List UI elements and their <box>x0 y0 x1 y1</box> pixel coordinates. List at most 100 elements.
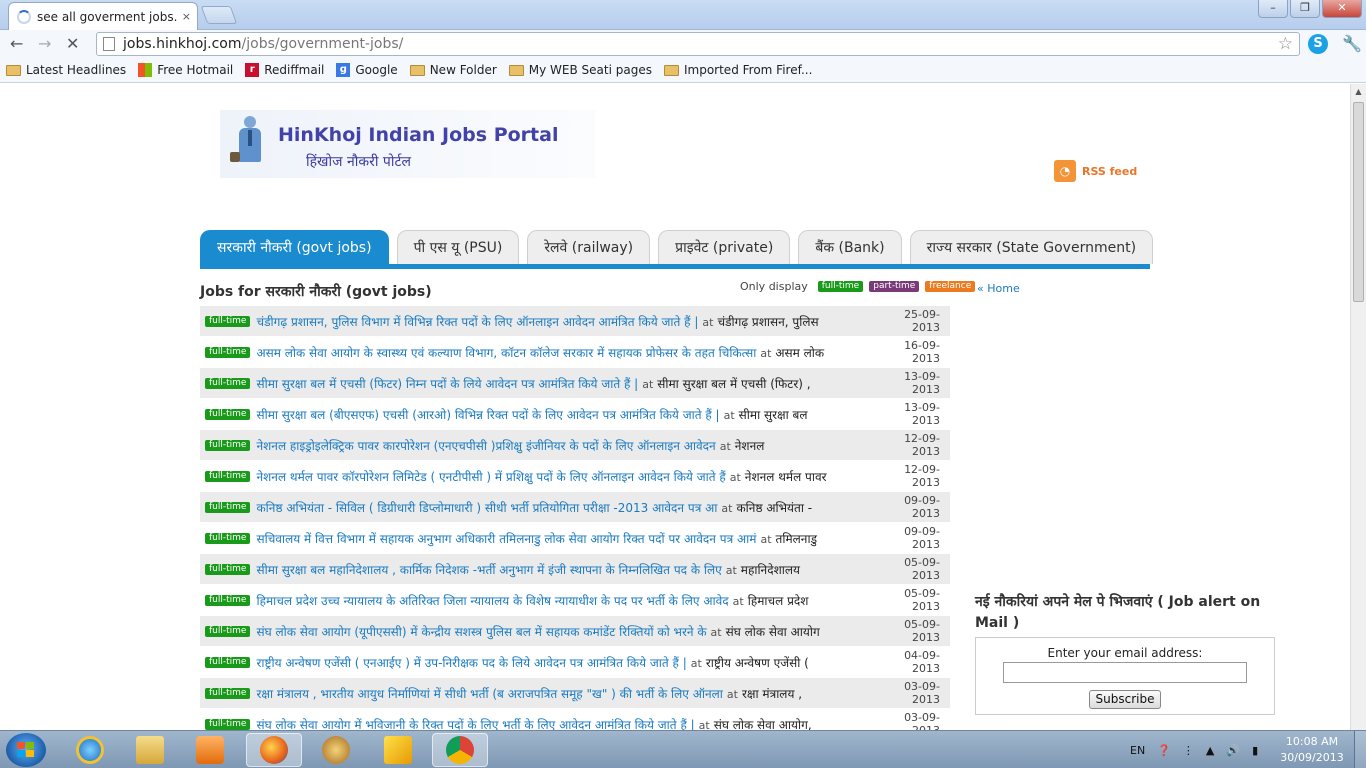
job-row[interactable]: full-time सीमा सुरक्षा बल (बीएसएफ) एचसी (… <box>200 399 950 430</box>
system-clock[interactable]: 10:08 AM 30/09/2013 <box>1280 734 1344 766</box>
job-title-link[interactable]: नेशनल हाइड्रोइलेक्ट्रिक पावर कारपोरेशन (… <box>256 439 715 453</box>
job-type-badge: full-time <box>205 408 251 420</box>
tab-psu[interactable]: पी एस यू (PSU) <box>396 230 520 264</box>
browser-tab[interactable]: see all goverment jobs. स × <box>8 2 198 30</box>
bookmark-rediffmail[interactable]: r Rediffmail <box>245 63 324 77</box>
tab-state-government[interactable]: राज्य सरकार (State Government) <box>909 230 1154 264</box>
job-organization: संघ लोक सेवा आयोग <box>725 624 820 639</box>
vertical-scrollbar[interactable]: ▲ <box>1350 84 1366 730</box>
job-row[interactable]: full-time राष्ट्रीय अन्वेषण एजेंसी ( एनआई… <box>200 647 950 678</box>
job-row[interactable]: full-time कनिष्ठ अभियंता - सिविल ( डिग्री… <box>200 492 950 523</box>
rss-feed-link[interactable]: ◔ RSS feed <box>1054 160 1137 182</box>
rss-icon: ◔ <box>1054 160 1076 182</box>
browser-toolbar: ← → ✕ jobs.hinkhoj.com/jobs/government-j… <box>0 30 1366 58</box>
tab-private[interactable]: प्राइवेट (private) <box>658 230 791 264</box>
wrench-menu-icon[interactable]: 🔧 <box>1342 34 1362 53</box>
job-title-link[interactable]: सीमा सुरक्षा बल महानिदेशालय , कार्मिक नि… <box>256 563 721 577</box>
media-player-taskbar-icon[interactable] <box>182 733 238 767</box>
job-date: 16-09-2013 <box>904 339 940 365</box>
start-button[interactable] <box>6 733 46 767</box>
job-title-link[interactable]: कनिष्ठ अभियंता - सिविल ( डिग्रीधारी डिप्… <box>256 501 717 515</box>
scroll-thumb[interactable] <box>1353 102 1364 302</box>
job-type-badge: full-time <box>205 501 251 513</box>
show-hidden-icons-icon[interactable]: ▲ <box>1206 744 1214 757</box>
tab-railway[interactable]: रेलवे (railway) <box>527 230 651 264</box>
at-label: at <box>729 470 741 484</box>
internet-explorer-taskbar-icon[interactable] <box>62 733 118 767</box>
rediff-icon: r <box>245 63 260 77</box>
bookmark-imported-from-firefox[interactable]: Imported From Firef... <box>663 63 813 77</box>
job-date: 13-09-2013 <box>904 401 940 427</box>
job-row[interactable]: full-time हिमाचल प्रदेश उच्च न्यायालय के … <box>200 585 950 616</box>
bookmark-my-web-seati-pages[interactable]: My WEB Seati pages <box>508 63 652 77</box>
address-bar[interactable]: jobs.hinkhoj.com/jobs/government-jobs/ ☆ <box>96 32 1300 56</box>
tab-bank[interactable]: बैंक (Bank) <box>798 230 902 264</box>
balloon-app-taskbar-icon[interactable] <box>308 733 364 767</box>
email-input[interactable] <box>1003 662 1247 683</box>
language-indicator[interactable]: EN <box>1130 744 1145 757</box>
site-logo[interactable]: HinKhoj Indian Jobs Portal हिंखोज नौकरी … <box>220 110 595 178</box>
job-row[interactable]: full-time संघ लोक सेवा आयोग में भविजानी क… <box>200 709 950 730</box>
tab-underline <box>200 264 1150 269</box>
firefox-taskbar-icon[interactable] <box>246 733 302 767</box>
signal-icon[interactable]: ▮ <box>1252 744 1258 757</box>
job-title-link[interactable]: असम लोक सेवा आयोग के स्वास्थ्य एवं कल्या… <box>256 346 756 360</box>
restore-button[interactable]: ❐ <box>1290 0 1320 18</box>
scroll-up-icon[interactable]: ▲ <box>1351 84 1366 100</box>
job-row[interactable]: full-time सचिवालय में वित्त विभाग में सहा… <box>200 523 950 554</box>
subscribe-button[interactable]: Subscribe <box>1089 690 1161 709</box>
job-organization: सीमा सुरक्षा बल <box>738 407 808 422</box>
job-title-link[interactable]: नेशनल थर्मल पावर कॉरपोरेशन लिमिटेड ( एनट… <box>256 470 725 484</box>
chrome-taskbar-icon[interactable] <box>432 733 488 767</box>
job-title-link[interactable]: संघ लोक सेवा आयोग (यूपीएससी) में केन्द्र… <box>256 625 706 639</box>
close-window-button[interactable]: ✕ <box>1322 0 1362 18</box>
bookmark-star-icon[interactable]: ☆ <box>1278 34 1293 54</box>
job-title-link[interactable]: चंडीगढ़ प्रशासन, पुलिस विभाग में विभिन्न… <box>256 315 698 329</box>
filter-part-time[interactable]: part-time <box>869 281 920 292</box>
filter-full-time[interactable]: full-time <box>817 281 864 292</box>
job-title-link[interactable]: सचिवालय में वित्त विभाग में सहायक अनुभाग… <box>256 532 756 546</box>
job-type-badge: full-time <box>205 470 251 482</box>
job-organization: चंडीगढ़ प्रशासन, पुलिस <box>717 314 819 329</box>
job-row[interactable]: full-time चंडीगढ़ प्रशासन, पुलिस विभाग मे… <box>200 306 950 337</box>
bookmark-new-folder[interactable]: New Folder <box>409 63 497 77</box>
bookmark-label: My WEB Seati pages <box>528 63 652 77</box>
new-tab-button[interactable] <box>200 6 238 24</box>
home-link[interactable]: « Home <box>977 282 1020 295</box>
stop-button[interactable]: ✕ <box>66 34 79 53</box>
job-title-link[interactable]: संघ लोक सेवा आयोग में भविजानी के रिक्त प… <box>256 718 694 731</box>
job-row[interactable]: full-time नेशनल थर्मल पावर कॉरपोरेशन लिमि… <box>200 461 950 492</box>
job-row[interactable]: full-time संघ लोक सेवा आयोग (यूपीएससी) मे… <box>200 616 950 647</box>
job-row[interactable]: full-time सीमा सुरक्षा बल में एचसी (फिटर)… <box>200 368 950 399</box>
file-explorer-taskbar-icon[interactable] <box>122 733 178 767</box>
show-desktop-button[interactable] <box>1354 731 1366 768</box>
job-title-link[interactable]: रक्षा मंत्रालय , भारतीय आयुध निर्माणियां… <box>256 687 722 701</box>
forward-button[interactable]: → <box>38 34 51 53</box>
job-row[interactable]: full-time असम लोक सेवा आयोग के स्वास्थ्य … <box>200 337 950 368</box>
bookmark-label: Imported From Firef... <box>683 63 813 77</box>
job-text: नेशनल हाइड्रोइलेक्ट्रिक पावर कारपोरेशन (… <box>256 437 880 454</box>
bookmark-google[interactable]: g Google <box>336 63 398 77</box>
tab-close-icon[interactable]: × <box>182 10 191 23</box>
job-alert-form: Enter your email address: Subscribe <box>975 637 1275 715</box>
bookmark-label: Rediffmail <box>264 63 325 77</box>
filter-freelance[interactable]: freelance <box>925 281 976 292</box>
job-row[interactable]: full-time सीमा सुरक्षा बल महानिदेशालय , क… <box>200 554 950 585</box>
job-title-link[interactable]: सीमा सुरक्षा बल में एचसी (फिटर) निम्न पद… <box>256 377 638 391</box>
job-title-link[interactable]: हिमाचल प्रदेश उच्च न्यायालय के अतिरिक्त … <box>256 594 728 608</box>
job-title-link[interactable]: राष्ट्रीय अन्वेषण एजेंसी ( एनआईए ) में उ… <box>256 656 686 670</box>
lightning-app-taskbar-icon[interactable] <box>370 733 426 767</box>
back-button[interactable]: ← <box>10 34 23 53</box>
windows-icon <box>138 63 153 77</box>
volume-icon[interactable]: 🔊 <box>1226 744 1240 757</box>
minimize-button[interactable]: – <box>1258 0 1288 18</box>
help-icon[interactable]: ❓ <box>1157 744 1171 757</box>
skype-extension-icon[interactable]: S <box>1308 34 1328 54</box>
bookmark-free-hotmail[interactable]: Free Hotmail <box>138 63 233 77</box>
network-icon[interactable]: ⋮ <box>1183 744 1194 757</box>
tab-govt-jobs[interactable]: सरकारी नौकरी (govt jobs) <box>200 230 389 264</box>
job-title-link[interactable]: सीमा सुरक्षा बल (बीएसएफ) एचसी (आरओ) विभि… <box>256 408 719 422</box>
job-row[interactable]: full-time नेशनल हाइड्रोइलेक्ट्रिक पावर का… <box>200 430 950 461</box>
bookmark-latest-headlines[interactable]: Latest Headlines <box>6 63 126 77</box>
job-row[interactable]: full-time रक्षा मंत्रालय , भारतीय आयुध नि… <box>200 678 950 709</box>
